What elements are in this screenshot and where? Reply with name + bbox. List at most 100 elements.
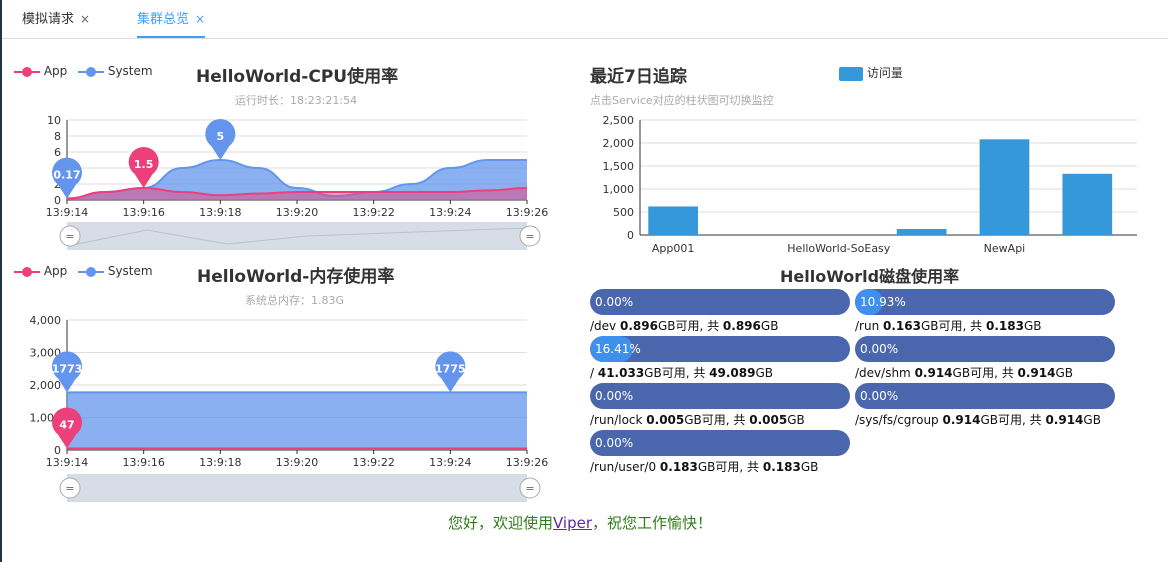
disk-title: HelloWorld磁盘使用率: [780, 267, 960, 286]
y-tick-label: 0: [627, 229, 634, 242]
zoom-handle-grip[interactable]: =: [525, 482, 534, 495]
disk-item: 0.00% /dev/shm 0.914GB可用, 共 0.914GB: [855, 336, 1117, 381]
disk-item: 0.00% /dev 0.896GB可用, 共 0.896GB: [590, 289, 852, 334]
x-tick-label: 13:9:22: [352, 456, 394, 469]
legend-label: App: [43, 64, 68, 78]
zoom-slider-track: [67, 474, 527, 502]
y-tick-label: 8: [54, 130, 61, 143]
disk-progress-bar: 16.41%: [590, 336, 850, 362]
disk-percent: 0.00%: [860, 389, 899, 403]
disk-info: / 41.033GB可用, 共 49.089GB: [590, 366, 773, 380]
y-tick-label: 2,000: [30, 379, 62, 392]
marker-label: 0.17: [53, 169, 80, 182]
x-tick-label: 13:9:26: [506, 206, 548, 219]
x-tick-label: 13:9:14: [46, 206, 88, 219]
x-tick-label: 13:9:14: [46, 456, 88, 469]
marker-label: 1775: [435, 362, 466, 375]
zoom-handle-grip[interactable]: =: [525, 230, 534, 243]
x-tick-label: 13:9:16: [122, 206, 164, 219]
legend-label: 访问量: [866, 66, 903, 80]
x-tick-label: NewApi: [984, 242, 1026, 255]
welcome-before: 您好，欢迎使用: [447, 514, 553, 532]
legend-item-app[interactable]: App: [14, 64, 67, 78]
legend-swatch: [839, 66, 863, 81]
memory-chart-subtitle: 系统总内存：1.83G: [245, 294, 345, 307]
legend-system-swatch: [78, 266, 104, 277]
disk-progress-bar: 0.00%: [855, 383, 1115, 409]
welcome-message: 您好，欢迎使用Viper，祝您工作愉快！: [0, 512, 1160, 533]
zoom-handle-grip[interactable]: =: [65, 482, 74, 495]
x-tick-label: 13:9:24: [429, 456, 471, 469]
tab-label: 模拟请求: [22, 12, 75, 27]
series-area-system: [67, 392, 527, 450]
tab-label: 集群总览: [137, 12, 190, 27]
y-tick-label: 1,000: [603, 183, 635, 196]
marker-label: 1773: [52, 362, 83, 375]
disk-info: /run 0.163GB可用, 共 0.183GB: [855, 319, 1042, 333]
bar[interactable]: [896, 229, 947, 235]
disk-percent: 0.00%: [595, 436, 634, 450]
x-tick-label: HelloWorld-SoEasy: [787, 242, 891, 255]
disk-percent: 0.00%: [595, 389, 634, 403]
zoom-slider-track: [67, 222, 527, 250]
x-tick-label: 13:9:20: [276, 456, 318, 469]
y-tick-label: 4,000: [30, 314, 62, 327]
disk-info: /run/user/0 0.183GB可用, 共 0.183GB: [590, 460, 819, 474]
disk-progress-bar: 0.00%: [590, 289, 850, 315]
y-tick-label: 2,000: [603, 137, 635, 150]
marker-system: 5: [205, 119, 236, 160]
disk-percent: 0.00%: [860, 342, 899, 356]
legend-item-system[interactable]: System: [78, 64, 153, 78]
viper-link[interactable]: Viper: [553, 514, 592, 532]
marker-label: 47: [59, 418, 74, 431]
close-icon[interactable]: ×: [80, 12, 90, 26]
welcome-after: ，祝您工作愉快！: [592, 514, 713, 532]
marker-system: 0.17: [52, 157, 82, 199]
y-tick-label: 1,500: [603, 160, 635, 173]
bar-chart: 0 500 1,000 1,500 2,000 2,500 App001 HelloWorld…: [603, 114, 1137, 255]
bar[interactable]: [979, 139, 1030, 235]
disk-item: 16.41% / 41.033GB可用, 共 49.089GB: [590, 336, 852, 381]
x-tick-label: 13:9:18: [199, 206, 241, 219]
x-tick-label: 13:9:16: [122, 456, 164, 469]
close-icon[interactable]: ×: [195, 12, 205, 26]
legend-app-swatch: [14, 66, 40, 77]
bar[interactable]: [648, 206, 698, 235]
bar-legend-item[interactable]: 访问量: [839, 64, 903, 81]
disk-item: 10.93% /run 0.163GB可用, 共 0.183GB: [855, 289, 1117, 334]
tab-mock-request[interactable]: 模拟请求 ×: [22, 0, 90, 38]
x-tick-label: 13:9:24: [429, 206, 471, 219]
y-tick-label: 10: [47, 114, 61, 127]
disk-percent: 0.00%: [595, 295, 634, 309]
memory-chart: 01,0002,0003,0004,00013:9:14 13:9:16 13:9:…: [30, 314, 548, 502]
bar-chart-subtitle: 点击Service对应的柱状图可切换监控: [590, 94, 774, 107]
disk-progress-bar: 10.93%: [855, 289, 1115, 315]
x-tick-label: 13:9:20: [276, 206, 318, 219]
disk-info: /dev 0.896GB可用, 共 0.896GB: [590, 319, 779, 333]
x-tick-label: App001: [652, 242, 695, 255]
y-tick-label: 2,500: [603, 114, 635, 127]
x-tick-label: 13:9:22: [352, 206, 394, 219]
bar[interactable]: [1062, 173, 1113, 235]
legend-item-app[interactable]: App: [14, 264, 67, 278]
disk-percent: 16.41%: [595, 342, 641, 356]
disk-progress-bar: 0.00%: [855, 336, 1115, 362]
tab-bar: 模拟请求 × 集群总览 ×: [2, 0, 1168, 39]
y-tick-label: 6: [54, 146, 61, 159]
memory-chart-title: HelloWorld-内存使用率: [197, 267, 395, 287]
tab-cluster-overview[interactable]: 集群总览 ×: [137, 0, 206, 38]
legend-item-system[interactable]: System: [78, 264, 153, 278]
disk-item: 0.00% /run/user/0 0.183GB可用, 共 0.183GB: [590, 430, 852, 475]
x-tick-label: 13:9:18: [199, 456, 241, 469]
marker-app: 1.5: [128, 147, 159, 188]
marker-label: 5: [217, 130, 225, 143]
disk-item: 0.00% /sys/fs/cgroup 0.914GB可用, 共 0.914GB: [855, 383, 1117, 428]
x-tick-label: 13:9:26: [506, 456, 548, 469]
cpu-chart: 024681013:9:1413:9:1613:9:1813:9:2013:9:…: [46, 114, 548, 250]
marker-label: 1.5: [134, 158, 154, 171]
marker-system: 1775: [435, 351, 466, 393]
y-tick-label: 500: [613, 206, 634, 219]
disk-info: /run/lock 0.005GB可用, 共 0.005GB: [590, 413, 805, 427]
zoom-handle-grip[interactable]: =: [65, 230, 74, 243]
legend-label: System: [107, 264, 153, 278]
